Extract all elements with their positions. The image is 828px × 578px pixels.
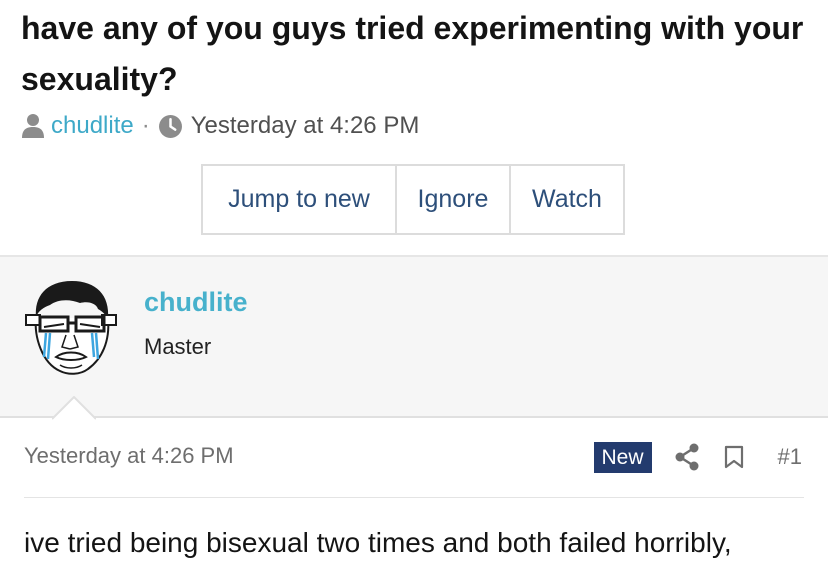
message-arrow (52, 396, 96, 420)
post-divider (24, 497, 804, 498)
new-badge: New (593, 441, 652, 473)
clock-icon (158, 114, 182, 138)
post-actions: New #1 (593, 440, 802, 474)
watch-button[interactable]: Watch (509, 166, 623, 233)
ignore-button[interactable]: Ignore (395, 166, 509, 233)
post-number-link[interactable]: #1 (778, 444, 802, 470)
person-icon (22, 114, 44, 138)
thread-meta: chudlite · Yesterday at 4:26 PM (21, 110, 419, 142)
meta-separator: · (141, 112, 150, 139)
thread-page: have any of you guys tried experimenting… (0, 0, 828, 578)
post-username[interactable]: chudlite (144, 287, 248, 318)
bookmark-icon[interactable] (724, 445, 744, 469)
post-user-block: chudlite Master (0, 255, 828, 418)
thread-action-buttons: Jump to new Ignore Watch (201, 164, 625, 235)
thread-timestamp[interactable]: Yesterday at 4:26 PM (191, 112, 420, 140)
avatar[interactable] (22, 277, 120, 377)
post-body: ive tried being bisexual two times and b… (24, 527, 732, 558)
post-date[interactable]: Yesterday at 4:26 PM (24, 443, 234, 469)
user-title: Master (144, 334, 212, 359)
jump-to-new-button[interactable]: Jump to new (203, 166, 395, 233)
thread-title: have any of you guys tried experimenting… (21, 10, 804, 97)
thread-author-link[interactable]: chudlite (51, 112, 134, 140)
share-icon[interactable] (674, 443, 700, 471)
